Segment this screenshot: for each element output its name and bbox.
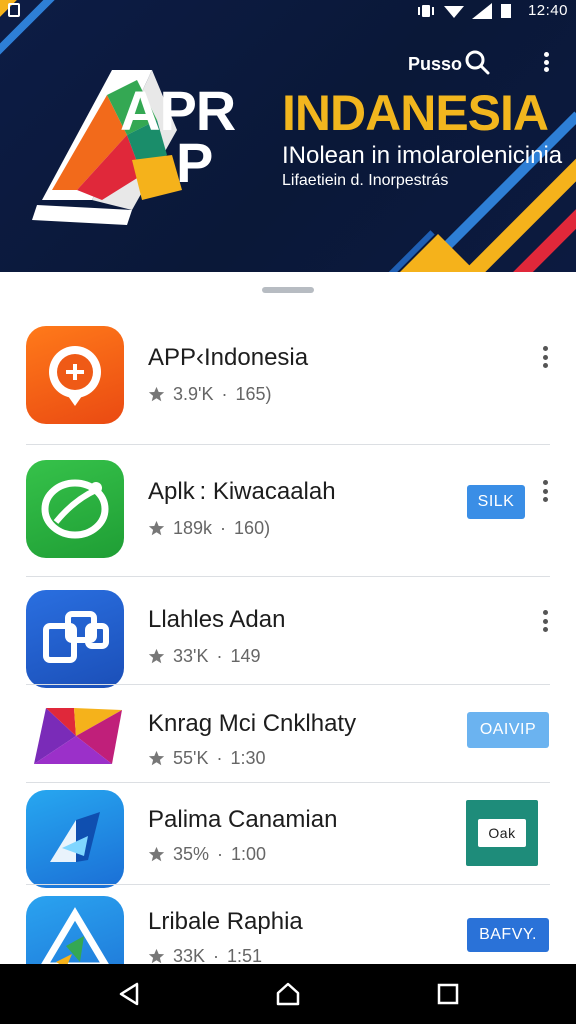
recents-button[interactable]: [432, 978, 464, 1010]
divider: [26, 782, 550, 783]
app-action-button[interactable]: SILK: [467, 485, 525, 519]
app-more-icon[interactable]: [536, 608, 554, 634]
app-action-button[interactable]: OAIVIP: [467, 712, 549, 748]
notification-icon: [8, 3, 20, 17]
banner-title: INDANESIA: [282, 85, 549, 141]
app-icon: [26, 326, 124, 424]
banner-caption: Lifaetiein d. Inorpestrás: [282, 172, 449, 189]
divider: [26, 884, 550, 885]
app-title: Knrag Mci Cnklhaty: [148, 710, 357, 737]
wifi-icon: [443, 3, 464, 19]
app-title: Aplk : Kiwacaalah: [148, 478, 336, 505]
logo-text-p: P: [176, 131, 214, 194]
review-count: 1:51: [227, 946, 263, 964]
rating-value: 189k: [173, 518, 213, 538]
app-rating: 3.9'K · 165): [148, 384, 272, 405]
rating-value: 35%: [173, 844, 210, 864]
home-button[interactable]: [272, 978, 304, 1010]
app-rating: 33'K · 149: [148, 646, 261, 667]
overflow-menu-icon[interactable]: [536, 48, 556, 76]
app-rating: 189k · 160): [148, 518, 270, 539]
app-icon: [26, 590, 124, 688]
drag-handle[interactable]: [262, 287, 314, 293]
app-list-sheet[interactable]: APP‹Indonesia 3.9'K · 165) Aplk : Kiwaca…: [0, 272, 576, 964]
rating-value: 33K: [173, 946, 206, 964]
app-icon: [26, 896, 124, 964]
app-icon: [26, 460, 124, 558]
app-icon: [26, 706, 124, 766]
banner-triangle: [400, 234, 476, 272]
app-store-banner: 12:40 Pusso APR P INDANESIA INolean in i…: [0, 0, 576, 272]
review-count: 1:00: [231, 844, 267, 864]
meta-separator: ·: [216, 748, 223, 768]
app-title: Palima Canamian: [148, 806, 338, 833]
recents-square-icon: [437, 983, 459, 1005]
app-rating: 35% · 1:00: [148, 844, 266, 865]
meta-separator: ·: [220, 518, 227, 538]
star-icon: [148, 948, 165, 964]
battery-icon: [500, 3, 520, 19]
review-count: 149: [230, 646, 261, 666]
app-more-icon[interactable]: [536, 478, 554, 504]
star-icon: [148, 520, 165, 536]
divider: [26, 576, 550, 577]
divider: [26, 684, 550, 685]
banner-subtitle: INolean in imolarolenicinia: [282, 142, 563, 169]
app-rating: 55'K · 1:30: [148, 748, 266, 769]
status-time: 12:40: [527, 2, 568, 19]
app-icon: [26, 790, 124, 888]
app-action-label: Oak: [478, 819, 526, 847]
review-count: 1:30: [230, 748, 266, 768]
star-icon: [148, 750, 165, 766]
review-count: 165): [235, 384, 272, 404]
vibrate-icon: [416, 3, 436, 19]
app-action-button[interactable]: Oak: [466, 800, 538, 866]
app-title: Llahles Adan: [148, 606, 286, 633]
app-rating: 33K · 1:51: [148, 946, 262, 964]
system-nav-bar: [0, 964, 576, 1024]
rating-value: 55'K: [173, 748, 209, 768]
list-item[interactable]: APP‹Indonesia 3.9'K · 165): [0, 322, 576, 444]
back-triangle-icon: [119, 982, 139, 1006]
home-icon: [276, 982, 300, 1006]
divider: [26, 444, 550, 445]
status-bar: 12:40: [0, 0, 576, 22]
app-title: Lribale Raphia: [148, 908, 303, 935]
back-button[interactable]: [114, 978, 146, 1010]
rating-value: 33'K: [173, 646, 209, 666]
list-item[interactable]: Llahles Adan 33'K · 149: [0, 588, 576, 688]
app-more-icon[interactable]: [536, 344, 554, 370]
star-icon: [148, 846, 165, 862]
star-icon: [148, 648, 165, 664]
app-title: APP‹Indonesia: [148, 344, 309, 371]
review-count: 160): [234, 518, 271, 538]
signal-icon: [471, 2, 492, 19]
star-icon: [148, 386, 165, 402]
search-label: Pusso: [408, 53, 463, 74]
meta-separator: ·: [221, 384, 228, 404]
meta-separator: ·: [217, 844, 224, 864]
search-icon: [464, 49, 490, 80]
meta-separator: ·: [213, 946, 220, 964]
meta-separator: ·: [216, 646, 223, 666]
status-icons: 12:40: [416, 2, 568, 19]
app-action-button[interactable]: BAFVY.: [467, 918, 549, 952]
search-button[interactable]: Pusso: [408, 50, 490, 78]
rating-value: 3.9'K: [173, 384, 214, 404]
